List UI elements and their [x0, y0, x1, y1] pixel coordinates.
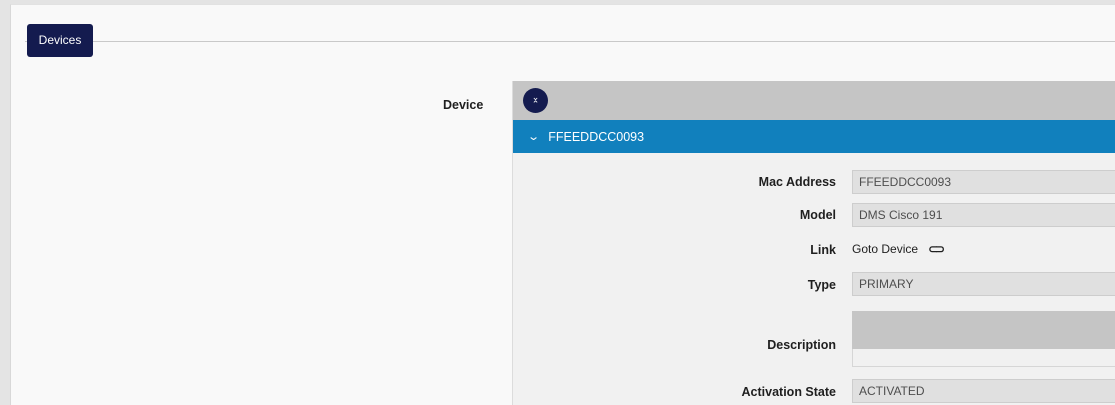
device-header: ⌄ ⌃ [513, 81, 1115, 120]
devices-panel: Devices Device ⌄ ⌃ ⌄ FFEEDDCC0093 Mac Add… [10, 4, 1115, 405]
device-container: ⌄ ⌃ ⌄ FFEEDDCC0093 Mac Address FFEEDDCC00… [512, 81, 1115, 405]
device-accordion-header[interactable]: ⌄ FFEEDDCC0093 [513, 120, 1115, 153]
goto-device-link[interactable]: Goto Device ⊂⊃ [852, 242, 945, 256]
goto-device-text: Goto Device [852, 242, 919, 256]
description-field[interactable] [852, 311, 1115, 349]
device-label: Device [443, 98, 484, 112]
collapse-expand-icon[interactable]: ⌄ ⌃ [523, 88, 548, 113]
description-field-underline [852, 349, 1115, 367]
type-label: Type [807, 278, 836, 292]
model-field[interactable]: DMS Cisco 191 [852, 203, 1115, 227]
activation-state-field[interactable]: ACTIVATED [852, 379, 1115, 403]
accordion-title: FFEEDDCC0093 [548, 129, 645, 144]
model-label: Model [799, 208, 836, 222]
description-label: Description [767, 338, 836, 352]
link-label: Link [810, 243, 836, 257]
tab-devices[interactable]: Devices [27, 24, 93, 57]
mac-address-field[interactable]: FFEEDDCC0093 [852, 170, 1115, 194]
type-field[interactable]: PRIMARY [852, 272, 1115, 296]
tab-divider [25, 41, 1115, 42]
link-icon[interactable]: ⊂⊃ [928, 242, 945, 256]
activation-state-label: Activation State [741, 385, 836, 399]
chevron-down-icon: ⌄ [527, 131, 541, 143]
mac-address-label: Mac Address [758, 175, 836, 189]
